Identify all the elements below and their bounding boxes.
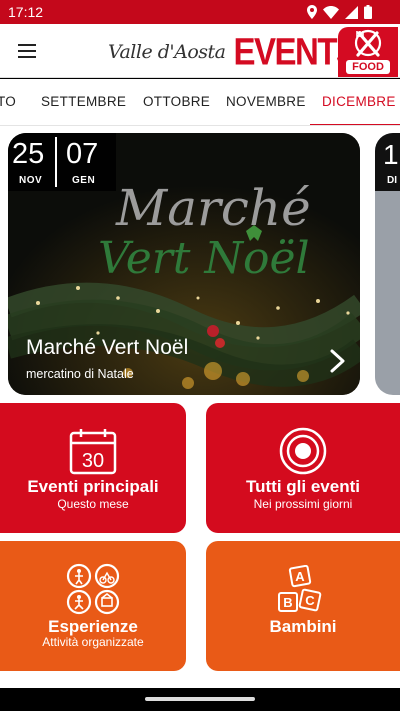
abc-blocks-icon: AB C xyxy=(278,565,322,612)
poster-line2: Vert Noël xyxy=(98,233,310,284)
event-date-badge: 25 NOV 07 GEN xyxy=(8,133,116,191)
event-subtitle: mercatino di Natale xyxy=(26,367,134,381)
tile-eventi-principali[interactable]: 30 Eventi principali Questo mese xyxy=(0,403,186,533)
month-tabs: TO SETTEMBRE OTTOBRE NOVEMBRE DICEMBRE xyxy=(0,79,400,126)
target-icon xyxy=(279,427,327,475)
next-event-month: DI xyxy=(387,175,397,186)
calendar-icon-number: 30 xyxy=(82,450,104,472)
date-separator xyxy=(55,137,57,187)
svg-text:B: B xyxy=(283,595,292,610)
start-day: 25 xyxy=(12,138,45,170)
tile-title: Esperienze xyxy=(48,617,138,636)
start-month: NOV xyxy=(19,175,43,186)
status-time: 17:12 xyxy=(8,4,44,20)
tab-month-partial[interactable]: TO xyxy=(0,94,16,109)
activities-icon xyxy=(66,563,120,615)
food-label: FOOD xyxy=(346,60,390,74)
tile-esperienze[interactable]: Esperienze Attività organizzate xyxy=(0,541,186,671)
next-event-day: 1 xyxy=(383,139,399,170)
wifi-icon xyxy=(323,5,339,19)
tile-bambini[interactable]: ABC Bambini xyxy=(206,541,400,671)
featured-event-card[interactable]: Marché Vert Noël 25 NOV 07 GEN Marché Ve… xyxy=(8,133,360,395)
event-title: Marché Vert Noël xyxy=(26,336,189,359)
calendar-icon: 30 xyxy=(69,429,117,475)
gesture-nav-bar xyxy=(0,688,400,711)
hamburger-menu-icon[interactable] xyxy=(16,39,40,63)
logo-script-text: Valle d'Aosta xyxy=(108,41,226,63)
chevron-right-icon[interactable] xyxy=(328,348,348,374)
tile-title: Eventi principali xyxy=(27,477,159,496)
next-event-card[interactable]: 1 DI xyxy=(375,133,400,395)
location-icon xyxy=(307,5,317,19)
battery-icon xyxy=(364,5,372,19)
fork-knife-icon xyxy=(354,29,382,57)
app-logo: Valle d'Aosta EVENTS xyxy=(108,30,358,73)
next-event-date-badge: 1 DI xyxy=(375,133,400,191)
home-handle[interactable] xyxy=(145,697,255,701)
tab-dicembre[interactable]: DICEMBRE xyxy=(322,94,396,109)
poster-line1: Marché xyxy=(115,179,311,237)
status-icons xyxy=(307,5,372,19)
tab-ottobre[interactable]: OTTOBRE xyxy=(143,94,210,109)
tile-subtitle: Attività organizzate xyxy=(42,635,144,649)
food-button[interactable]: FOOD xyxy=(338,27,398,77)
end-day: 07 xyxy=(66,138,99,170)
status-bar: 17:12 xyxy=(0,0,400,24)
tab-settembre[interactable]: SETTEMBRE xyxy=(41,94,126,109)
tab-novembre[interactable]: NOVEMBRE xyxy=(226,94,306,109)
tile-title: Tutti gli eventi xyxy=(246,477,360,496)
tile-title: Bambini xyxy=(269,617,337,636)
tile-tutti-gli-eventi[interactable]: Tutti gli eventi Nei prossimi giorni xyxy=(206,403,400,533)
svg-text:A: A xyxy=(295,569,305,584)
signal-icon xyxy=(345,5,358,19)
svg-text:C: C xyxy=(305,593,315,608)
tile-subtitle: Nei prossimi giorni xyxy=(253,497,353,511)
end-month: GEN xyxy=(72,175,96,186)
tile-subtitle: Questo mese xyxy=(57,497,129,511)
